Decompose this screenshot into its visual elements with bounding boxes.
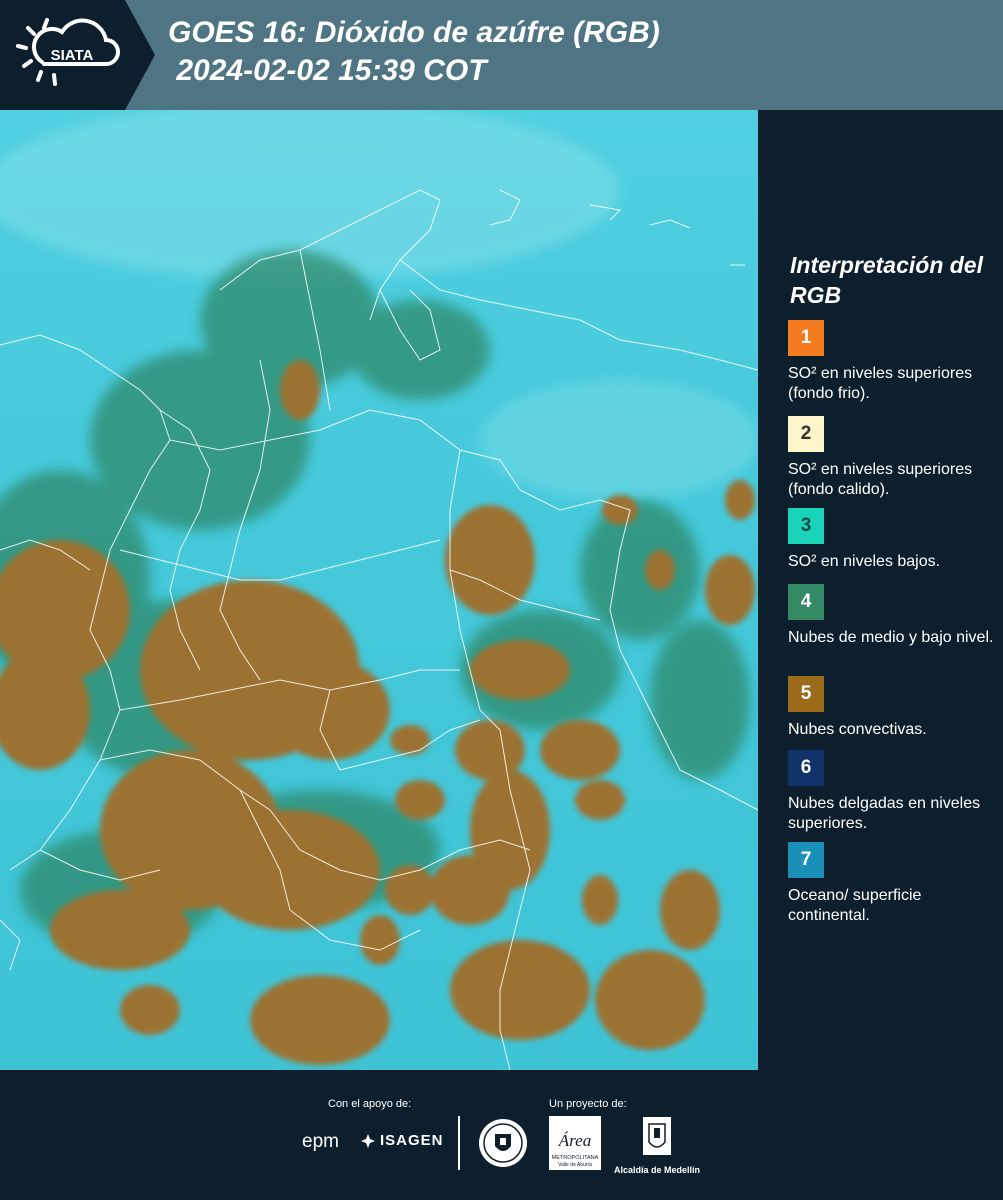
legend-swatch: 4: [788, 584, 824, 620]
legend-swatch: 1: [788, 320, 824, 356]
svg-text:Valle de Aburrá: Valle de Aburrá: [558, 1162, 592, 1168]
legend-swatch: 6: [788, 750, 824, 786]
svg-text:SIATA: SIATA: [51, 47, 94, 64]
isagen-logo: ISAGEN: [360, 1132, 444, 1149]
legend-label: SO² en niveles superiores (fondo calido)…: [788, 461, 973, 498]
coat-of-arms-icon: [643, 1117, 671, 1155]
legend-swatch: 7: [788, 842, 824, 878]
legend-label: SO² en niveles superiores (fondo frio).: [788, 365, 973, 402]
support-label: Con el apoyo de:: [328, 1098, 412, 1110]
footer-divider: [458, 1116, 460, 1170]
isagen-icon: [361, 1133, 375, 1148]
area-metropolitana-logo: Área METROPOLITANA Valle de Aburrá: [549, 1116, 601, 1175]
legend-label: Oceano/ superficie continental.: [788, 887, 922, 924]
svg-text:Área: Área: [558, 1131, 591, 1150]
legend-label: Nubes delgadas en niveles superiores.: [788, 795, 981, 832]
legend-item-4: 4 Nubes de medio y bajo nivel.: [788, 584, 998, 648]
legend-item-3: 3 SO² en niveles bajos.: [788, 508, 998, 572]
isagen-text: ISAGEN: [380, 1132, 444, 1149]
header-bar: SIATA GOES 16: Dióxido de azúfre (RGB) 2…: [0, 0, 1003, 110]
siata-logo: SIATA: [0, 0, 155, 110]
legend-item-1: 1 SO² en niveles superiores (fondo frio)…: [788, 320, 998, 404]
satellite-map: [0, 110, 758, 1070]
legend-item-5: 5 Nubes convectivas.: [788, 676, 998, 740]
svg-text:METROPOLITANA: METROPOLITANA: [552, 1155, 599, 1161]
footer-bar: Con el apoyo de: Un proyecto de: epm ISA…: [0, 1070, 1003, 1200]
legend-swatch: 3: [788, 508, 824, 544]
page-title: GOES 16: Dióxido de azúfre (RGB) 2024-02…: [168, 16, 660, 87]
alcaldia-text: Alcaldía de Medellín: [613, 1165, 701, 1175]
project-label: Un proyecto de:: [549, 1098, 627, 1110]
legend-panel: Interpretación del RGB 1 SO² en niveles …: [758, 110, 1003, 1070]
legend-item-6: 6 Nubes delgadas en niveles superiores.: [788, 750, 998, 834]
medellin-seal-icon: [478, 1118, 528, 1173]
legend-item-2: 2 SO² en niveles superiores (fondo calid…: [788, 416, 998, 500]
legend-label: SO² en niveles bajos.: [788, 553, 941, 570]
legend-label: Nubes de medio y bajo nivel.: [788, 629, 994, 646]
epm-logo: epm: [302, 1131, 339, 1152]
legend-swatch: 5: [788, 676, 824, 712]
legend-title: Interpretación del RGB: [790, 252, 983, 308]
legend-item-7: 7 Oceano/ superficie continental.: [788, 842, 998, 926]
legend-label: Nubes convectivas.: [788, 721, 927, 738]
alcaldia-logo: Alcaldía de Medellín: [612, 1116, 702, 1175]
legend-swatch: 2: [788, 416, 824, 452]
